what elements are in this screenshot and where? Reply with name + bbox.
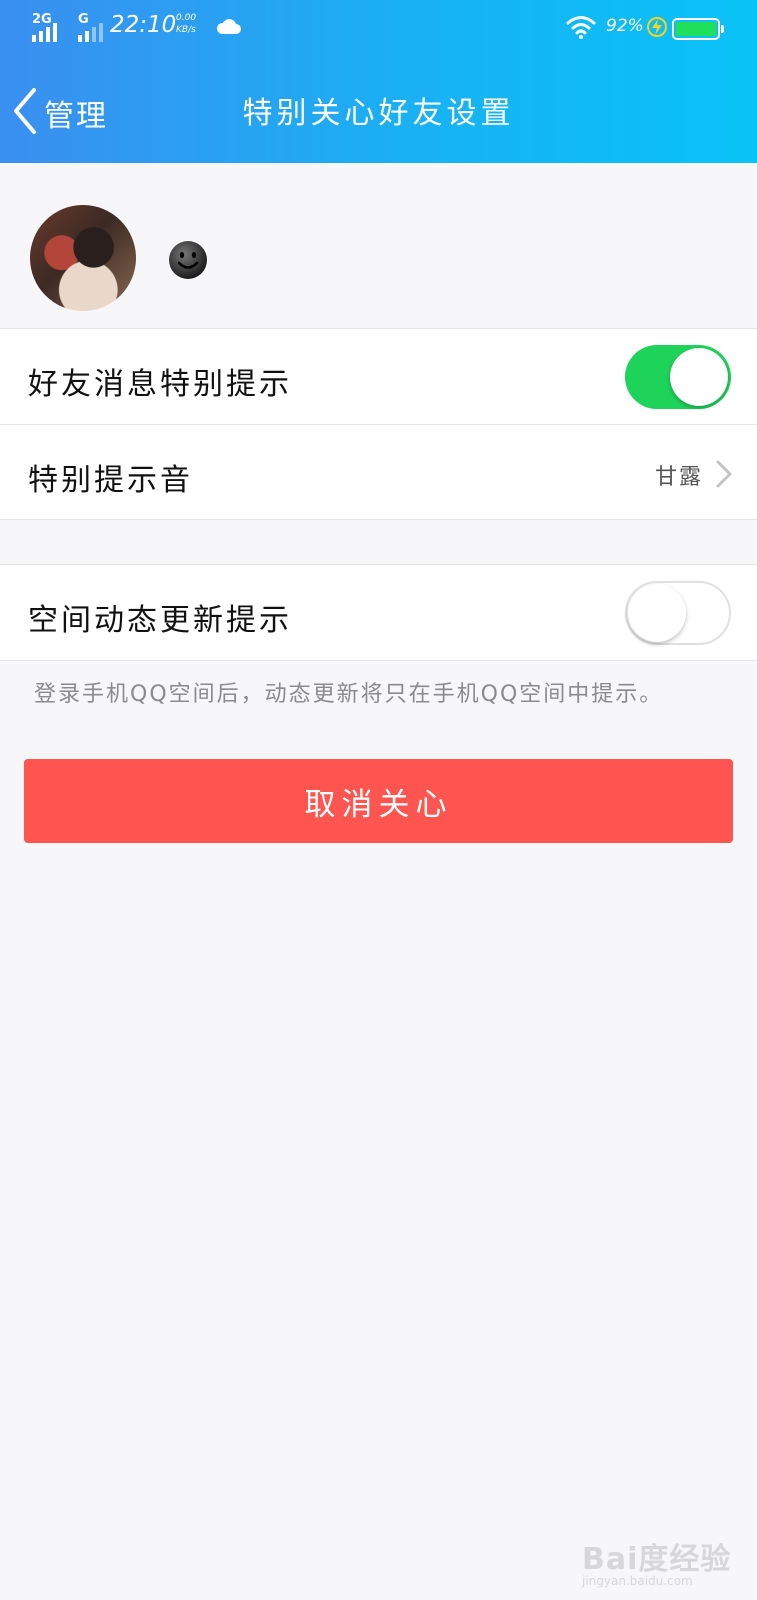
setting-row-space-update[interactable]: 空间动态更新提示	[0, 565, 757, 660]
avatar[interactable]	[30, 205, 136, 311]
page-title: 特别关心好友设置	[242, 96, 515, 131]
charging-icon	[647, 16, 667, 42]
watermark-logo: Bai度经验 jingyan.baidu.com	[578, 1530, 748, 1594]
battery-percent: 92%	[606, 16, 644, 36]
chevron-right-icon	[715, 459, 733, 493]
smiley-icon	[168, 240, 208, 284]
space-update-note: 登录手机QQ空间后，动态更新将只在手机QQ空间中提示。	[34, 682, 664, 707]
watermark-main: Bai度经验	[582, 1542, 732, 1577]
network-speed-value: 0.00	[176, 13, 197, 23]
setting-label: 特别提示音	[28, 463, 193, 498]
notify-sound-value: 甘露	[654, 465, 703, 490]
battery-icon	[672, 18, 724, 40]
cloud-icon	[216, 16, 242, 40]
network-speed: 0.00 KB/s	[176, 12, 196, 36]
settings-group-notifications: 好友消息特别提示 特别提示音 甘露	[0, 328, 757, 520]
wifi-icon	[566, 15, 596, 43]
setting-row-special-notify[interactable]: 好友消息特别提示	[0, 329, 757, 424]
watermark-sub: jingyan.baidu.com	[582, 1574, 693, 1588]
clock: 22:10	[110, 12, 177, 38]
setting-label: 好友消息特别提示	[28, 367, 292, 402]
special-notify-toggle[interactable]	[625, 345, 731, 409]
app-header: 2G G 22:10 0.00 KB/s 92% 管理 特别关心好友设置	[0, 0, 757, 163]
signal-icon: 2G G	[32, 12, 108, 42]
status-bar: 2G G 22:10 0.00 KB/s 92%	[0, 0, 757, 56]
space-update-toggle[interactable]	[625, 581, 731, 645]
settings-group-space: 空间动态更新提示	[0, 564, 757, 661]
setting-row-notify-sound[interactable]: 特别提示音 甘露	[0, 424, 757, 519]
network-speed-unit: KB/s	[176, 25, 196, 35]
cancel-special-care-button[interactable]: 取消关心	[24, 759, 733, 843]
setting-label: 空间动态更新提示	[28, 603, 292, 638]
friend-profile	[0, 163, 757, 329]
